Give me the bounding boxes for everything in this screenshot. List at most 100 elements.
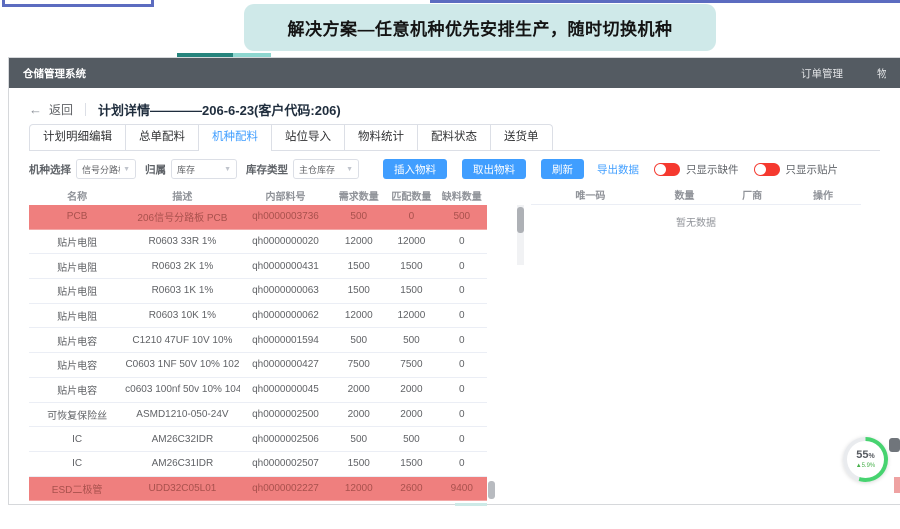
nav-item-clipped[interactable]: 物 [877, 66, 886, 81]
cell-demand-qty: 12000 [331, 310, 386, 321]
filter-toolbar: 机种选择 信号分路板 ▼ 归属 库存 ▼ 库存类型 主仓库存 ▼ 插入物料 取出… [29, 158, 880, 180]
progress-gauge-inner: 55% ▲5.9% [847, 441, 884, 478]
cell-shortage-qty: 0 [437, 285, 487, 296]
cell-description: C0603 1NF 50V 10% 102 [125, 359, 240, 370]
table-row[interactable]: ESD二极管 UDD32C05L01 qh0000002227 12000 26… [29, 477, 487, 502]
refresh-button[interactable]: 刷新 [541, 159, 584, 179]
table-row[interactable]: 贴片电容 C0603 1NF 50V 10% 102 qh0000000427 … [29, 353, 487, 378]
cell-shortage-qty: 0 [437, 434, 487, 445]
machine-select[interactable]: 信号分路板 ▼ [76, 159, 136, 179]
table-row[interactable]: 贴片电容 c0603 100nf 50v 10% 104 qh000000004… [29, 378, 487, 403]
insert-material-button[interactable]: 插入物料 [383, 159, 447, 179]
takeout-material-button[interactable]: 取出物料 [462, 159, 526, 179]
cell-demand-qty: 7500 [331, 359, 386, 370]
cell-matched-qty: 1500 [386, 285, 436, 296]
cell-name: 贴片电阻 [29, 283, 125, 298]
col-actions: 操作 [785, 187, 861, 202]
edge-clipped-widget [889, 438, 900, 452]
col-demand-qty: 需求数量 [331, 188, 386, 203]
left-table-scrollbar-thumb[interactable] [488, 481, 495, 499]
col-shortage-qty: 缺料数量 [437, 188, 487, 203]
belong-select-value: 库存 [177, 163, 195, 176]
cell-shortage-qty: 0 [437, 236, 487, 247]
cell-name: 贴片电阻 [29, 234, 125, 249]
cell-demand-qty: 1500 [331, 458, 386, 469]
show-smd-only-toggle[interactable] [754, 163, 780, 176]
machine-select-label: 机种选择 [29, 162, 71, 177]
slide-caption-text: 解决方案—任意机种优先安排生产，随时切换机种 [288, 15, 673, 40]
app-title: 仓储管理系统 [23, 66, 86, 81]
tab-machine-batching[interactable]: 机种配料 [198, 124, 272, 150]
cell-internal-code: qh0000002507 [240, 458, 332, 469]
table-row[interactable]: 贴片电容 C1210 47UF 10V 10% qh0000001594 500… [29, 328, 487, 353]
show-shortage-only-label: 只显示缺件 [686, 162, 739, 177]
cell-matched-qty: 500 [386, 335, 436, 346]
toggle-knob [755, 164, 766, 175]
cell-description: R0603 10K 1% [125, 310, 240, 321]
tab-batching-status[interactable]: 配料状态 [417, 124, 491, 150]
col-matched-qty: 匹配数量 [386, 188, 436, 203]
cell-matched-qty: 12000 [386, 310, 436, 321]
cell-shortage-qty: 0 [437, 384, 487, 395]
table-row[interactable]: 贴片电阻 R0603 1K 1% qh0000000063 1500 1500 … [29, 279, 487, 304]
tab-bar: 计划明细编辑 总单配料 机种配料 站位导入 物料统计 配料状态 送货单 [29, 124, 880, 151]
cell-demand-qty: 1500 [331, 285, 386, 296]
cell-description: 206信号分路板 PCB [125, 209, 240, 224]
belong-select[interactable]: 库存 ▼ [171, 159, 237, 179]
stock-type-select-label: 库存类型 [246, 162, 288, 177]
cell-shortage-qty: 9400 [437, 483, 487, 494]
stock-type-select-value: 主仓库存 [299, 163, 335, 176]
tab-total-order-batching[interactable]: 总单配料 [125, 124, 199, 150]
cell-demand-qty: 500 [331, 211, 386, 222]
right-table-scrollbar-thumb[interactable] [517, 207, 524, 233]
tab-delivery-note[interactable]: 送货单 [490, 124, 553, 150]
materials-table-header: 名称 描述 内部料号 需求数量 匹配数量 缺料数量 [29, 185, 487, 205]
export-data-link[interactable]: 导出数据 [597, 162, 639, 177]
empty-data-text: 暂无数据 [531, 205, 861, 229]
unique-code-table-header: 唯一码 数量 厂商 操作 [531, 185, 861, 205]
cell-demand-qty: 2000 [331, 384, 386, 395]
tab-station-import[interactable]: 站位导入 [271, 124, 345, 150]
progress-gauge: 55% ▲5.9% [843, 437, 888, 482]
cell-demand-qty: 1500 [331, 261, 386, 272]
belong-select-label: 归属 [145, 162, 166, 177]
back-button[interactable]: 返回 [49, 101, 73, 118]
col-quantity: 数量 [650, 187, 719, 202]
cell-shortage-qty: 0 [437, 335, 487, 346]
materials-table-body: PCB 206信号分路板 PCB qh0000003736 500 0 500 … [29, 205, 487, 501]
breadcrumb-divider [85, 103, 86, 116]
table-row[interactable]: 贴片电阻 R0603 2K 1% qh0000000431 1500 1500 … [29, 254, 487, 279]
tab-material-stats[interactable]: 物料统计 [344, 124, 418, 150]
table-row[interactable]: 可恢复保险丝 ASMD1210-050-24V qh0000002500 200… [29, 403, 487, 428]
breadcrumb: ← 返回 计划详情————206-6-23(客户代码:206) [29, 96, 880, 122]
cell-internal-code: qh0000000045 [240, 384, 332, 395]
cell-name: IC [29, 458, 125, 469]
cell-matched-qty: 0 [386, 211, 436, 222]
cell-internal-code: qh0000003736 [240, 211, 332, 222]
col-vendor: 厂商 [719, 187, 785, 202]
gauge-delta: ▲5.9% [856, 462, 875, 469]
chevron-down-icon: ▼ [123, 166, 130, 173]
cell-demand-qty: 500 [331, 434, 386, 445]
stock-type-select[interactable]: 主仓库存 ▼ [293, 159, 359, 179]
nav-order-management[interactable]: 订单管理 [801, 66, 843, 81]
table-row[interactable]: IC AM26C32IDR qh0000002506 500 500 0 [29, 427, 487, 452]
cell-internal-code: qh0000000427 [240, 359, 332, 370]
cell-matched-qty: 2000 [386, 409, 436, 420]
table-row[interactable]: PCB 206信号分路板 PCB qh0000003736 500 0 500 [29, 205, 487, 230]
table-row[interactable]: 贴片电阻 R0603 33R 1% qh0000000020 12000 120… [29, 230, 487, 255]
materials-table: 名称 描述 内部料号 需求数量 匹配数量 缺料数量 PCB 206信号分路板 P… [29, 185, 487, 501]
back-arrow-icon[interactable]: ← [29, 102, 42, 117]
gauge-value: 55 [856, 449, 868, 461]
show-shortage-only-toggle[interactable] [654, 163, 680, 176]
col-internal-code: 内部料号 [240, 188, 332, 203]
cell-description: c0603 100nf 50v 10% 104 [125, 384, 240, 395]
chevron-down-icon: ▼ [346, 166, 353, 173]
tab-plan-detail-edit[interactable]: 计划明细编辑 [29, 124, 126, 150]
cell-description: R0603 1K 1% [125, 285, 240, 296]
page-title: 计划详情————206-6-23(客户代码:206) [98, 100, 341, 119]
cell-demand-qty: 12000 [331, 483, 386, 494]
table-row[interactable]: IC AM26C31IDR qh0000002507 1500 1500 0 [29, 452, 487, 477]
table-row[interactable]: 贴片电阻 R0603 10K 1% qh0000000062 12000 120… [29, 304, 487, 329]
cell-description: UDD32C05L01 [125, 483, 240, 494]
